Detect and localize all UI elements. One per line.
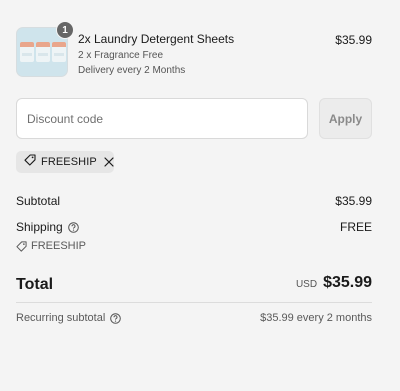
- shipping-discount-line: FREESHIP: [16, 240, 86, 252]
- product-thumbnail-wrap: 1: [16, 21, 74, 79]
- recurring-subtotal-row: Recurring subtotal $35.99 every 2 months: [16, 312, 372, 324]
- help-circle-icon[interactable]: [110, 312, 122, 324]
- close-icon[interactable]: [104, 157, 114, 167]
- subtotal-row: Subtotal $35.99: [16, 194, 372, 208]
- product-name: 2x Laundry Detergent Sheets: [78, 32, 235, 46]
- help-circle-icon[interactable]: [67, 221, 79, 233]
- recurring-subtotal-label: Recurring subtotal: [16, 312, 106, 324]
- line-item: 1 2x Laundry Detergent Sheets 2 x Fragra…: [16, 21, 372, 79]
- total-label: Total: [16, 276, 54, 293]
- quantity-badge: 1: [56, 21, 74, 39]
- tag-icon: [24, 153, 36, 171]
- total-amount: $35.99: [323, 274, 372, 291]
- divider: [16, 302, 372, 303]
- order-summary: 1 2x Laundry Detergent Sheets 2 x Fragra…: [0, 0, 400, 391]
- pack-graphic: [52, 42, 66, 62]
- pack-graphic: [36, 42, 50, 62]
- product-price: $35.99: [335, 33, 372, 47]
- tag-icon: [16, 240, 27, 252]
- discount-code-input[interactable]: [16, 98, 308, 139]
- total-row: Total USD $35.99: [16, 274, 372, 296]
- applied-discount-label: FREESHIP: [41, 156, 97, 168]
- shipping-label: Shipping: [16, 220, 63, 234]
- subtotal-label: Subtotal: [16, 194, 61, 208]
- subtotal-value: $35.99: [335, 194, 372, 208]
- product-delivery: Delivery every 2 Months: [78, 65, 186, 76]
- recurring-subtotal-value: $35.99 every 2 months: [260, 312, 372, 324]
- pack-graphic: [20, 42, 34, 62]
- shipping-row: Shipping FREE: [16, 220, 372, 234]
- shipping-discount-code: FREESHIP: [31, 240, 87, 252]
- currency-code: USD: [295, 279, 318, 290]
- apply-discount-button[interactable]: Apply: [319, 98, 372, 139]
- product-variant: 2 x Fragrance Free: [78, 50, 164, 61]
- applied-discount-chip: FREESHIP: [16, 151, 114, 173]
- shipping-value: FREE: [339, 220, 372, 234]
